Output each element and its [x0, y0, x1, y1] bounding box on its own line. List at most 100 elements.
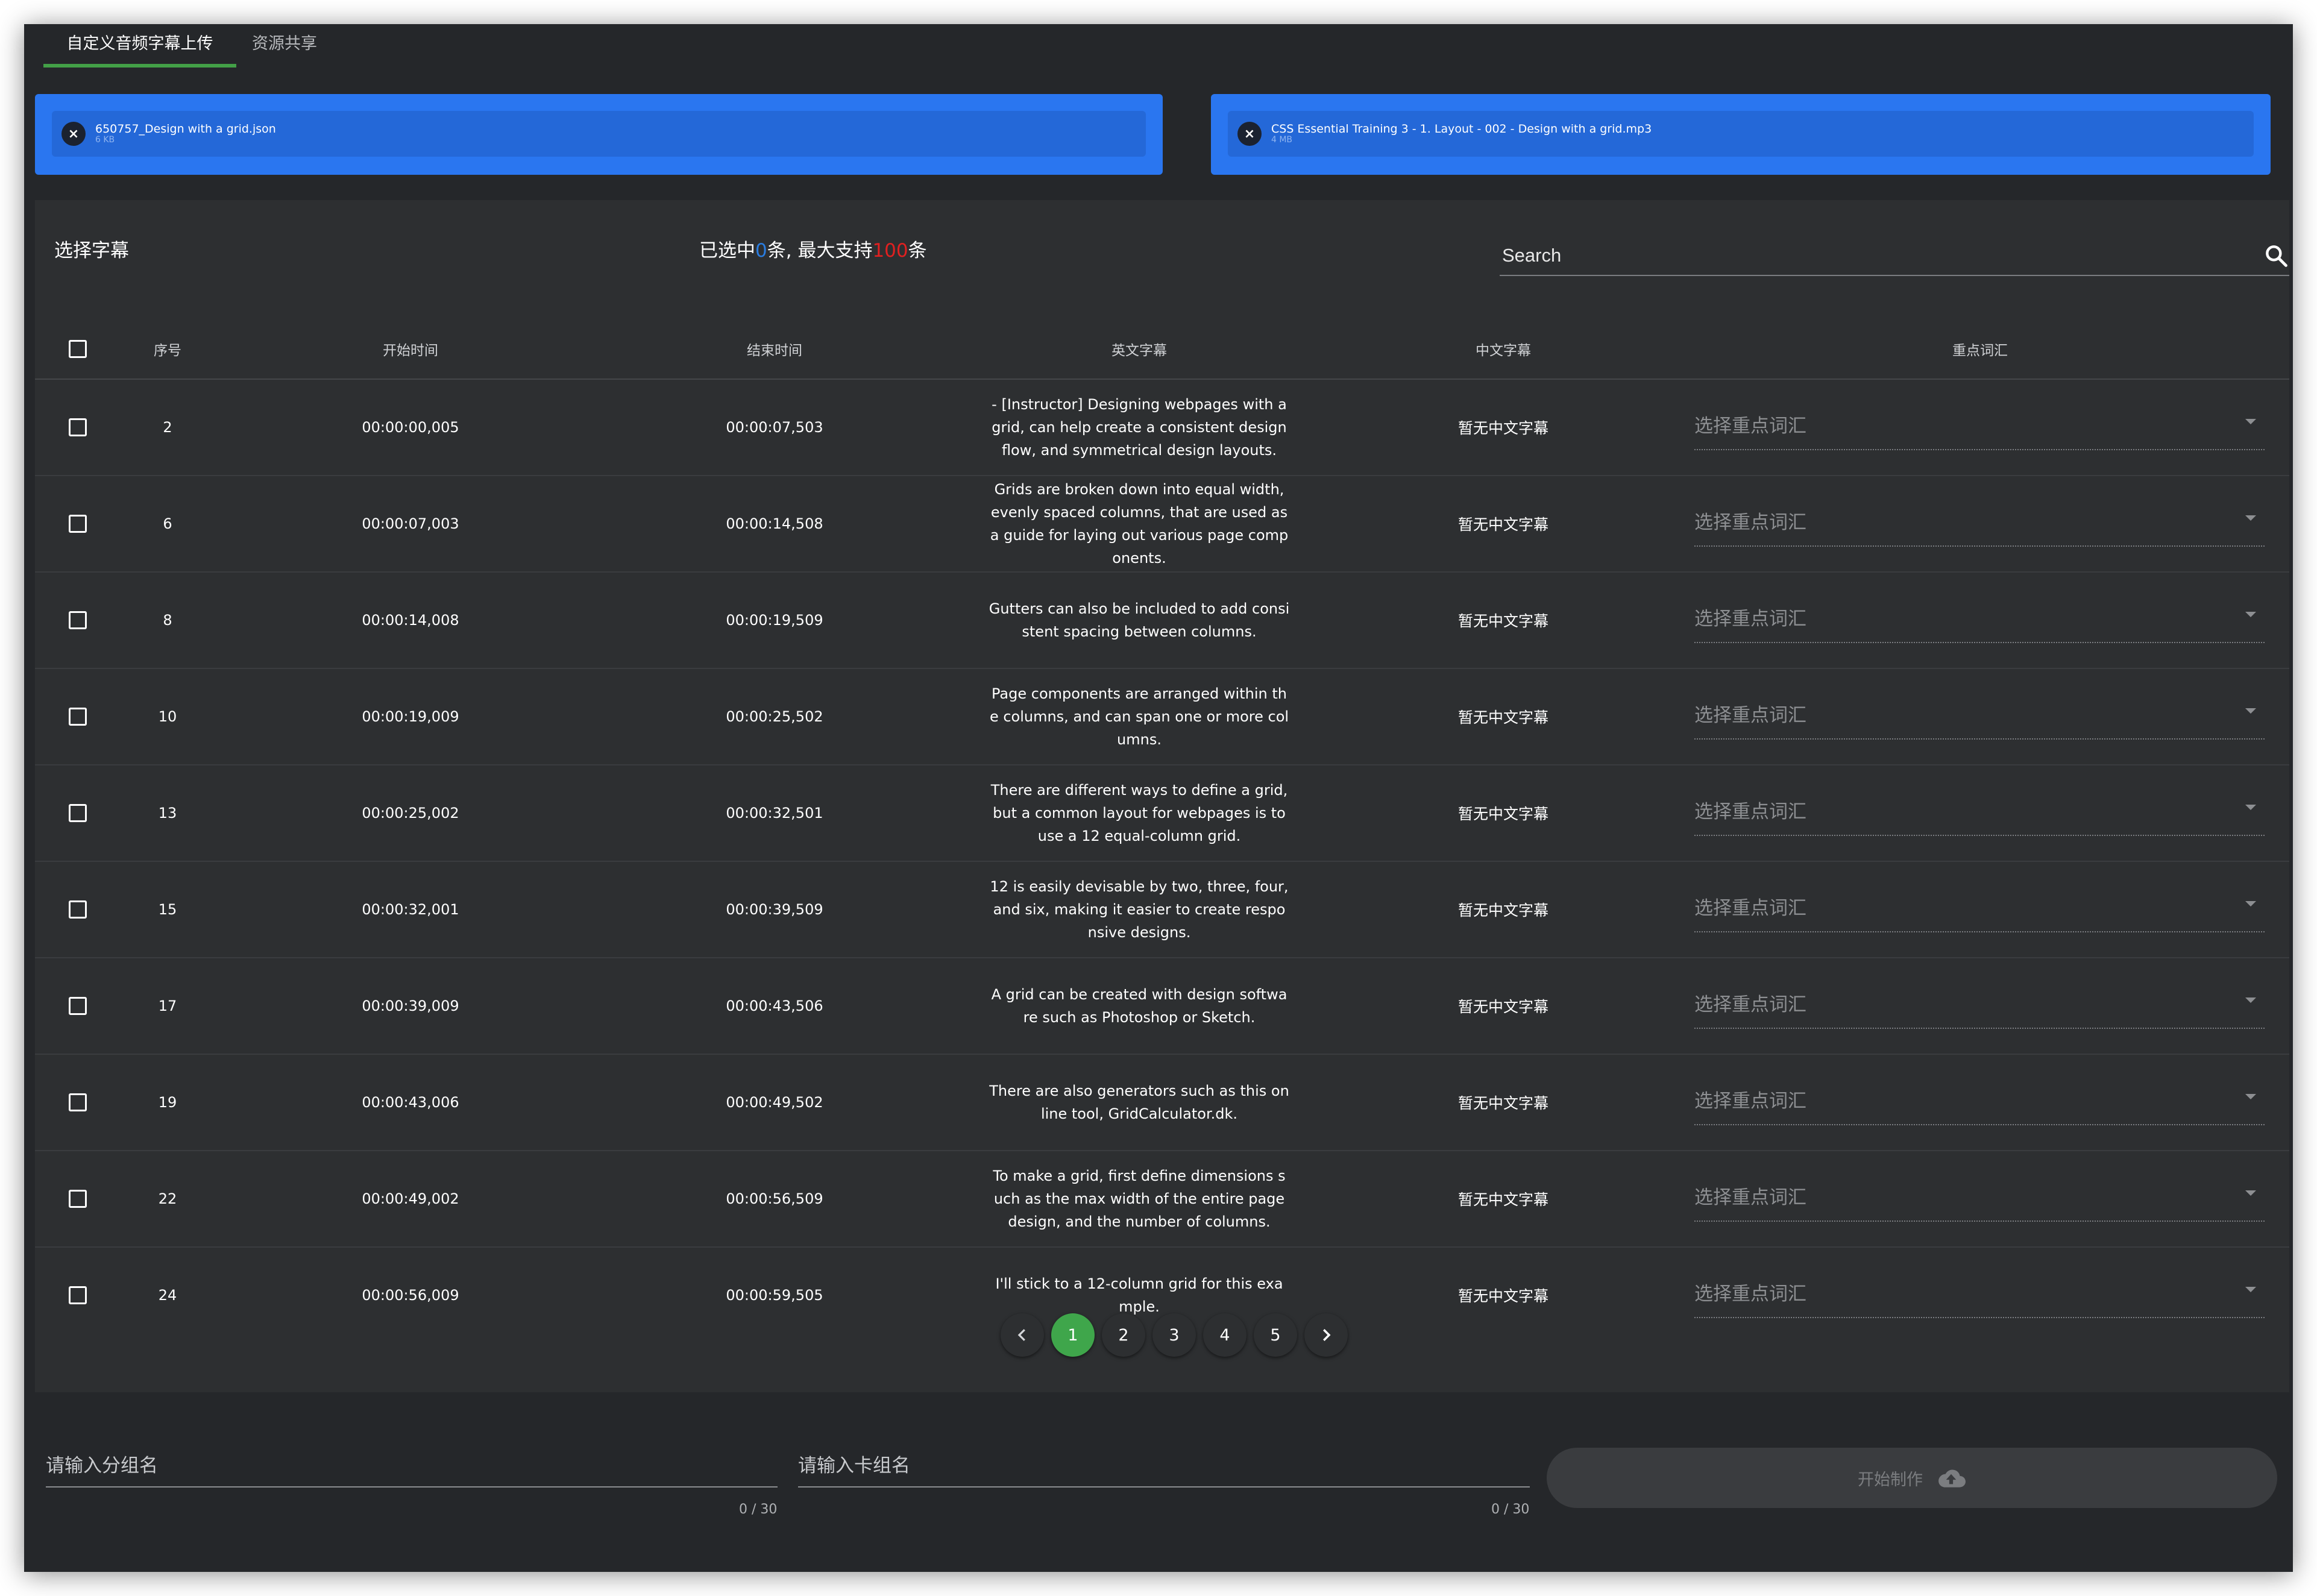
row-end-time: 00:00:19,509	[606, 572, 943, 669]
row-start-time: 00:00:56,009	[362, 1287, 459, 1304]
row-select-cell	[35, 1054, 121, 1151]
dropdown-arrow-icon	[2245, 901, 2256, 906]
keyword-select-placeholder: 选择重点词汇	[1694, 512, 1806, 533]
row-checkbox[interactable]	[69, 900, 87, 919]
remove-file-button[interactable]: ×	[61, 122, 86, 146]
keyword-select[interactable]: 选择重点词汇	[1694, 1176, 2265, 1222]
row-english: There are different ways to define a gri…	[990, 782, 1288, 844]
row-select-cell	[35, 765, 121, 862]
row-keywords-cell: 选择重点词汇	[1671, 668, 2289, 765]
file-chip: × 650757_Design with a grid.json 6 KB	[52, 111, 1146, 157]
search-input[interactable]	[1500, 237, 2228, 274]
page-button-4[interactable]: 4	[1203, 1313, 1247, 1357]
row-index: 8	[121, 572, 215, 669]
keyword-select-placeholder: 选择重点词汇	[1694, 1187, 1806, 1208]
deck-name-input[interactable]	[798, 1447, 1530, 1485]
tab-resource-share[interactable]: 资源共享	[236, 24, 333, 68]
search-icon[interactable]	[2263, 242, 2289, 269]
row-checkbox[interactable]	[69, 611, 87, 629]
page-button-2[interactable]: 2	[1102, 1313, 1145, 1357]
row-select-cell	[35, 1151, 121, 1248]
row-checkbox[interactable]	[69, 1190, 87, 1208]
row-english-cell: A grid can be created with design softwa…	[943, 958, 1336, 1055]
row-checkbox[interactable]	[69, 804, 87, 822]
keyword-select[interactable]: 选择重点词汇	[1694, 790, 2265, 836]
keyword-select[interactable]: 选择重点词汇	[1694, 983, 2265, 1029]
keyword-select[interactable]: 选择重点词汇	[1694, 1079, 2265, 1125]
page-button-3[interactable]: 3	[1152, 1313, 1196, 1357]
header-start-time: 开始时间	[215, 319, 606, 380]
table-row: 2 00:00:00,005 00:00:07,503 - [Instructor] …	[35, 379, 2289, 476]
start-button[interactable]: 开始制作	[1547, 1448, 2277, 1508]
subtitle-panel: 选择字幕 已选中0条, 最大支持100条 序号 开始时间 结束时间 英文字幕 中…	[35, 200, 2289, 1392]
row-english-cell: Page components are arranged within the …	[943, 668, 1336, 765]
row-chinese: 暂无中文字幕	[1457, 1287, 1548, 1305]
keyword-select[interactable]: 选择重点词汇	[1694, 404, 2265, 450]
row-select-cell	[35, 861, 121, 958]
row-select-cell	[35, 668, 121, 765]
audio-upload-card[interactable]: × CSS Essential Training 3 - 1. Layout -…	[1211, 94, 2271, 175]
row-checkbox[interactable]	[69, 708, 87, 726]
keyword-select[interactable]: 选择重点词汇	[1694, 887, 2265, 932]
table-row: 10 00:00:19,009 00:00:25,502 Page component…	[35, 668, 2289, 765]
keyword-select[interactable]: 选择重点词汇	[1694, 501, 2265, 547]
subtitle-upload-card[interactable]: × 650757_Design with a grid.json 6 KB	[35, 94, 1163, 175]
app-window: 自定义音频字幕上传 资源共享 × 650757_Design with a gr…	[24, 24, 2293, 1572]
group-name-input[interactable]	[46, 1447, 778, 1485]
keyword-select-placeholder: 选择重点词汇	[1694, 415, 1806, 437]
table-row: 15 00:00:32,001 00:00:39,509 12 is easily d…	[35, 861, 2289, 958]
row-english: To make a grid, first define dimensions …	[993, 1167, 1286, 1230]
row-checkbox[interactable]	[69, 1093, 87, 1111]
header-select-all	[35, 319, 121, 380]
row-keywords-cell: 选择重点词汇	[1671, 765, 2289, 862]
row-keywords-cell: 选择重点词汇	[1671, 861, 2289, 958]
row-checkbox[interactable]	[69, 997, 87, 1015]
row-english-cell: To make a grid, first define dimensions …	[943, 1151, 1336, 1248]
row-english: There are also generators such as this o…	[989, 1082, 1289, 1122]
row-checkbox[interactable]	[69, 1286, 87, 1304]
row-english: I'll stick to a 12-column grid for this …	[995, 1275, 1283, 1315]
selection-suffix: 条	[908, 240, 927, 262]
table-row: 13 00:00:25,002 00:00:32,501 There are diff…	[35, 765, 2289, 862]
tab-custom-upload[interactable]: 自定义音频字幕上传	[43, 24, 236, 68]
row-index: 2	[121, 379, 215, 476]
page-button-5[interactable]: 5	[1254, 1313, 1297, 1357]
prev-page-button[interactable]	[1001, 1313, 1044, 1357]
row-chinese-cell: 暂无中文字幕	[1336, 958, 1671, 1055]
header-english: 英文字幕	[943, 319, 1336, 380]
keyword-select-placeholder: 选择重点词汇	[1694, 608, 1806, 630]
keyword-select[interactable]: 选择重点词汇	[1694, 1272, 2265, 1318]
remove-file-button[interactable]: ×	[1237, 122, 1262, 146]
start-button-label: 开始制作	[1858, 1470, 1923, 1489]
file-chip: × CSS Essential Training 3 - 1. Layout -…	[1228, 111, 2254, 157]
row-index: 15	[121, 861, 215, 958]
select-all-checkbox[interactable]	[69, 340, 87, 358]
row-checkbox[interactable]	[69, 515, 87, 533]
row-english: 12 is easily devisable by two, three, fo…	[990, 878, 1289, 941]
table-row: 8 00:00:14,008 00:00:19,509 Gutters can als…	[35, 572, 2289, 669]
keyword-select-placeholder: 选择重点词汇	[1694, 994, 1806, 1016]
row-index: 22	[121, 1151, 215, 1248]
row-start-time: 00:00:07,003	[215, 476, 606, 573]
subtitle-table: 序号 开始时间 结束时间 英文字幕 中文字幕 重点词汇 2 00:00:00,00…	[35, 319, 2289, 1343]
page-button-1[interactable]: 1	[1051, 1313, 1095, 1357]
file-size: 6 KB	[95, 134, 115, 145]
pagination: 1 2 3 4 5	[997, 1313, 1351, 1357]
dropdown-arrow-icon	[2245, 1190, 2256, 1196]
keyword-select-placeholder: 选择重点词汇	[1694, 705, 1806, 726]
row-start-time: 00:00:14,008	[215, 572, 606, 669]
row-start-time: 00:00:25,002	[215, 765, 606, 862]
keyword-select[interactable]: 选择重点词汇	[1694, 597, 2265, 643]
row-keywords-cell: 选择重点词汇	[1671, 958, 2289, 1055]
keyword-select-placeholder: 选择重点词汇	[1694, 801, 1806, 823]
dropdown-arrow-icon	[2245, 998, 2256, 1003]
row-keywords-cell: 选择重点词汇	[1671, 1054, 2289, 1151]
row-select-cell	[35, 379, 121, 476]
row-checkbox[interactable]	[69, 418, 87, 436]
file-name: 650757_Design with a grid.json	[95, 122, 276, 136]
next-page-button[interactable]	[1304, 1313, 1348, 1357]
row-chinese-cell: 暂无中文字幕	[1336, 861, 1671, 958]
keyword-select[interactable]: 选择重点词汇	[1694, 694, 2265, 740]
search-box	[1500, 237, 2289, 276]
row-start-time: 00:00:19,009	[215, 668, 606, 765]
